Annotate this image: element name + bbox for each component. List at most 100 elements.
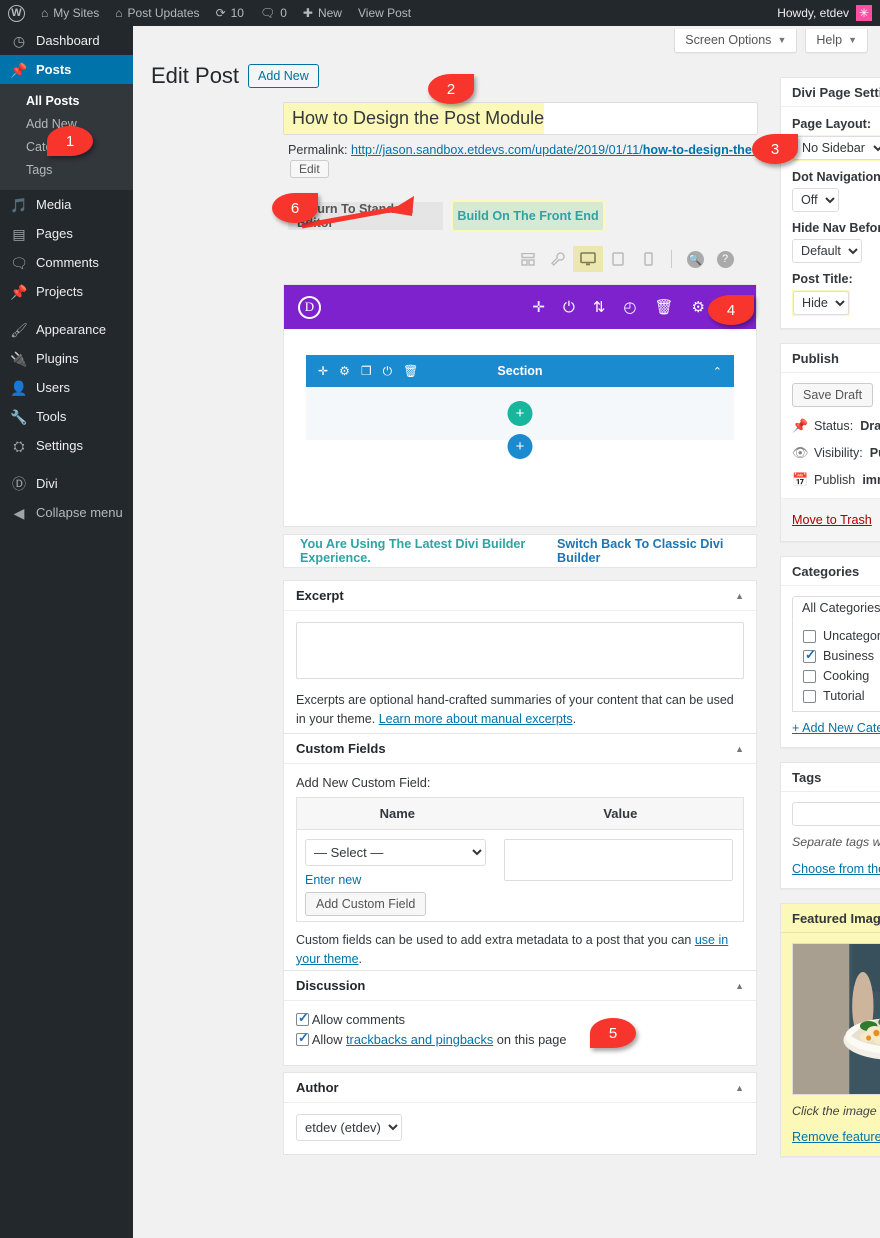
- gear-icon[interactable]: ⚙: [339, 364, 350, 379]
- category-row[interactable]: Tutorial: [803, 689, 880, 703]
- sidebar-item-projects[interactable]: 📌 Projects: [0, 277, 133, 306]
- sidebar-item-posts[interactable]: 📌 Posts: [0, 55, 133, 84]
- sidebar-item-appearance[interactable]: 🖌 Appearance: [0, 315, 133, 344]
- category-row[interactable]: Uncategorized: [803, 629, 880, 643]
- allow-comments-row[interactable]: Allow comments: [296, 1010, 744, 1027]
- zoom-icon[interactable]: 🔍: [680, 246, 710, 272]
- custom-fields-panel-header[interactable]: Custom Fields ▲: [284, 734, 756, 764]
- permalink-base-link[interactable]: http://jason.sandbox.etdevs.com/update/2…: [351, 143, 643, 157]
- chevron-up-icon[interactable]: ⌃: [713, 365, 722, 378]
- sidebar-item-comments[interactable]: 🗨 Comments: [0, 248, 133, 277]
- plus-icon[interactable]: ✛: [532, 298, 545, 316]
- featured-image-thumbnail[interactable]: [792, 943, 880, 1095]
- sidebar-item-tools[interactable]: 🔧 Tools: [0, 402, 133, 431]
- save-draft-button[interactable]: Save Draft: [792, 383, 874, 407]
- media-icon: 🎵: [10, 196, 28, 213]
- admin-bar-item-view-post[interactable]: View Post: [350, 0, 419, 26]
- sidebar-item-collapse-menu[interactable]: ◀ Collapse menu: [0, 498, 133, 527]
- admin-bar-account[interactable]: Howdy, etdev: [777, 5, 880, 21]
- trash-icon[interactable]: 🗑: [655, 298, 674, 316]
- move-to-trash-link[interactable]: Move to Trash: [792, 513, 872, 527]
- sidebar-item-all-posts[interactable]: All Posts: [0, 90, 133, 113]
- sidebar-item-dashboard[interactable]: ◷ Dashboard: [0, 26, 133, 55]
- discussion-panel-header[interactable]: Discussion ▲: [284, 971, 756, 1001]
- enter-new-link[interactable]: Enter new: [305, 873, 361, 887]
- allow-pings-row[interactable]: Allow trackbacks and pingbacks on this p…: [296, 1030, 744, 1047]
- allow-pings-checkbox[interactable]: [296, 1030, 309, 1046]
- sidebar-item-plugins[interactable]: 🔌 Plugins: [0, 344, 133, 373]
- excerpt-textarea[interactable]: [296, 622, 744, 679]
- duplicate-icon[interactable]: ❐: [361, 364, 372, 379]
- add-row-button[interactable]: +: [507, 401, 533, 426]
- remove-featured-image-link[interactable]: Remove featured image: [792, 1130, 880, 1144]
- category-checkbox[interactable]: [803, 629, 816, 643]
- chevron-up-icon[interactable]: ▲: [735, 1083, 744, 1093]
- author-select[interactable]: etdev (etdev): [296, 1114, 402, 1141]
- power-icon[interactable]: ⏻: [563, 299, 575, 316]
- admin-bar-item-my-sites[interactable]: ⌂ My Sites: [33, 0, 107, 26]
- wireframe-icon[interactable]: [513, 246, 543, 272]
- move-icon[interactable]: ✛: [318, 364, 328, 379]
- add-new-button[interactable]: Add New: [248, 64, 319, 88]
- featured-image-header[interactable]: Featured Image ▲: [781, 904, 880, 933]
- publish-header[interactable]: Publish ▲: [781, 344, 880, 373]
- add-section-button[interactable]: +: [507, 434, 533, 459]
- add-custom-field-button[interactable]: Add Custom Field: [305, 892, 427, 916]
- sidebar-item-tags[interactable]: Tags: [0, 159, 133, 182]
- build-on-front-end-button[interactable]: Build On The Front End: [451, 200, 605, 232]
- wordpress-logo-button[interactable]: [0, 0, 33, 26]
- switch-to-classic-builder-link[interactable]: Switch Back To Classic Divi Builder: [557, 537, 740, 565]
- trackbacks-link[interactable]: trackbacks and pingbacks: [346, 1032, 493, 1047]
- sidebar-item-users[interactable]: 👤 Users: [0, 373, 133, 402]
- post-title-input[interactable]: How to Design the Post Module: [283, 102, 758, 135]
- custom-field-name-select[interactable]: — Select —: [305, 839, 487, 866]
- sidebar-item-media[interactable]: 🎵 Media: [0, 190, 133, 219]
- sidebar-item-pages[interactable]: ▤ Pages: [0, 219, 133, 248]
- chevron-up-icon[interactable]: ▲: [735, 744, 744, 754]
- category-checkbox[interactable]: [803, 669, 816, 683]
- sort-icon[interactable]: ⇅: [593, 298, 606, 316]
- tag-input[interactable]: [792, 802, 880, 826]
- category-checkbox[interactable]: [803, 647, 816, 663]
- most-used-tags-link[interactable]: Choose from the most used tags: [792, 862, 880, 876]
- divi-page-settings-header[interactable]: Divi Page Settings ▲: [781, 78, 880, 107]
- dot-navigation-select[interactable]: Off: [792, 188, 839, 212]
- chevron-up-icon[interactable]: ▲: [735, 591, 744, 601]
- gear-icon[interactable]: ⚙: [692, 298, 705, 316]
- post-title-select[interactable]: Hide: [793, 291, 849, 315]
- add-new-category-link[interactable]: + Add New Category: [792, 721, 880, 735]
- category-row[interactable]: Cooking: [803, 669, 880, 683]
- admin-bar-item-updates[interactable]: ⟳ 10: [208, 0, 252, 26]
- tags-header[interactable]: Tags ▲: [781, 763, 880, 792]
- sidebar-item-settings[interactable]: ⛭ Settings: [0, 431, 133, 460]
- hide-nav-select[interactable]: Default: [792, 239, 862, 263]
- wrench-icon[interactable]: [543, 246, 573, 272]
- phone-icon[interactable]: [633, 246, 663, 272]
- screen-options-button[interactable]: Screen Options ▼: [674, 29, 798, 53]
- admin-bar-item-post-updates[interactable]: ⌂ Post Updates: [107, 0, 207, 26]
- power-icon[interactable]: ⏻: [383, 364, 393, 379]
- page-layout-select[interactable]: No Sidebar: [793, 136, 880, 160]
- category-row[interactable]: Business: [803, 647, 880, 663]
- author-panel-header[interactable]: Author ▲: [284, 1073, 756, 1103]
- desktop-icon[interactable]: [573, 246, 603, 272]
- divi-page-settings-title: Divi Page Settings: [792, 84, 880, 100]
- admin-bar-item-new[interactable]: ✚ New: [295, 0, 350, 26]
- categories-header[interactable]: Categories ▲: [781, 557, 880, 586]
- permalink-edit-button[interactable]: Edit: [290, 160, 329, 178]
- history-icon[interactable]: ◴: [623, 298, 636, 316]
- admin-bar-item-comments[interactable]: 🗨 0: [252, 0, 295, 26]
- tab-all-categories[interactable]: All Categories: [792, 596, 880, 620]
- excerpt-panel-header[interactable]: Excerpt ▲: [284, 581, 756, 611]
- allow-comments-checkbox[interactable]: [296, 1010, 309, 1026]
- sidebar-item-label: Projects: [36, 284, 83, 299]
- help-circle-icon[interactable]: ?: [710, 246, 740, 272]
- chevron-up-icon[interactable]: ▲: [735, 981, 744, 991]
- tablet-icon[interactable]: [603, 246, 633, 272]
- excerpt-help-link[interactable]: Learn more about manual excerpts: [379, 712, 573, 726]
- category-checkbox[interactable]: [803, 689, 816, 703]
- trash-icon[interactable]: 🗑: [403, 364, 418, 379]
- custom-field-value-textarea[interactable]: [504, 839, 733, 881]
- sidebar-item-divi[interactable]: Ⓓ Divi: [0, 469, 133, 498]
- sidebar-item-label: Settings: [36, 438, 83, 453]
